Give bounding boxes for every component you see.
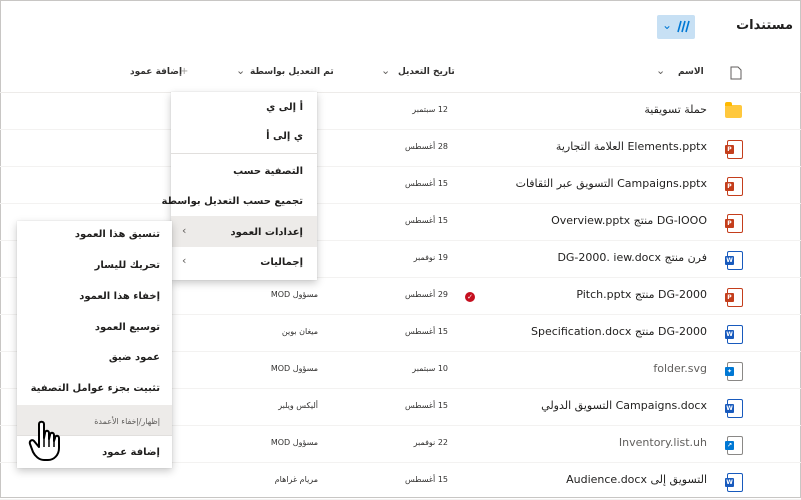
- menu-item-filter-by[interactable]: التصفية حسب: [233, 166, 303, 177]
- file-name-link[interactable]: folder.svg: [653, 362, 707, 375]
- modified-date: 28 أغسطس: [404, 142, 448, 151]
- docx-file-icon: W: [725, 251, 743, 270]
- menu-item-column-settings[interactable]: إعدادات العمود: [231, 227, 304, 238]
- modified-date: 12 سبتمبر: [412, 105, 448, 114]
- add-icon[interactable]: +: [180, 66, 188, 77]
- pptx-file-icon: P: [725, 288, 743, 307]
- table-row[interactable]: P Elements.pptx العلامة التجارية 28 أغسطس: [0, 130, 801, 167]
- file-name-link[interactable]: فرن منتج DG-2000. iew.docx: [557, 251, 707, 264]
- modified-date: 15 أغسطس: [404, 216, 448, 225]
- menu-divider: [171, 153, 317, 154]
- menu-item-sort-z-a[interactable]: ي إلى أ: [266, 131, 303, 142]
- file-name-link[interactable]: Campaigns.docx التسويق الدولي: [541, 399, 707, 412]
- docx-file-icon: W: [725, 473, 743, 492]
- file-type-badge: W: [725, 330, 734, 339]
- menu-item-add-column[interactable]: إضافة عمود: [102, 447, 160, 458]
- page-title: مستندات: [736, 18, 793, 33]
- pptx-file-icon: P: [725, 140, 743, 159]
- chevron-left-icon: ‹: [182, 224, 187, 237]
- file-type-badge: ✦: [725, 367, 734, 376]
- file-type-badge: P: [725, 182, 734, 191]
- modified-date: 15 أغسطس: [404, 475, 448, 484]
- file-type-badge: P: [725, 145, 734, 154]
- add-column-header[interactable]: إضافة عمود: [130, 67, 182, 77]
- chevron-down-icon[interactable]: ⌄: [381, 64, 390, 77]
- table-row[interactable]: W التسويق إلى Audience.docx 15 أغسطس مريام …: [0, 463, 801, 500]
- file-type-badge: ↗: [725, 441, 734, 450]
- file-name-link[interactable]: Elements.pptx العلامة التجارية: [556, 140, 707, 153]
- status-alert-icon: ✓: [465, 292, 475, 302]
- modified-by: مريام غراهام: [274, 475, 318, 484]
- chevron-down-icon[interactable]: ⌄: [656, 64, 665, 77]
- menu-item-show-hide-columns[interactable]: إظهار/إخفاء الأعمدة: [94, 417, 160, 426]
- file-name-link[interactable]: DG-2000 منتج Pitch.pptx: [576, 288, 707, 301]
- menu-item-hide-column[interactable]: إخفاء هذا العمود: [79, 291, 160, 302]
- chevron-left-icon: ‹: [182, 254, 187, 267]
- view-switcher-button[interactable]: ⌄: [657, 15, 695, 39]
- file-name-link[interactable]: Inventory.list.uh: [619, 436, 707, 449]
- pptx-file-icon: P: [725, 177, 743, 196]
- table-row[interactable]: P Campaigns.pptx التسويق عبر الثقافات 15 أ…: [0, 167, 801, 204]
- file-type-badge: W: [725, 404, 734, 413]
- url-file-icon: ↗: [725, 436, 743, 455]
- file-name-link[interactable]: DG-IOOO منتج Overview.pptx: [551, 214, 707, 227]
- modified-date: 22 نوفمبر: [413, 438, 448, 447]
- column-header-modified-by[interactable]: تم التعديل بواسطة: [250, 67, 334, 77]
- modified-date: 29 أغسطس: [404, 290, 448, 299]
- pptx-file-icon: P: [725, 214, 743, 233]
- column-header-menu: أ إلى ي ي إلى أ التصفية حسب تجميع حسب ال…: [162, 92, 317, 280]
- menu-item-format-column[interactable]: تنسيق هذا العمود: [75, 229, 160, 240]
- folder-icon: [725, 102, 742, 118]
- modified-by: مسؤول MOD: [270, 364, 318, 373]
- file-type-badge: P: [725, 293, 734, 302]
- chevron-down-icon[interactable]: ⌄: [236, 64, 245, 77]
- docx-file-icon: W: [725, 399, 743, 418]
- modified-date: 15 أغسطس: [404, 401, 448, 410]
- column-header-modified[interactable]: تاريخ التعديل: [398, 67, 455, 77]
- menu-item-move-left[interactable]: تحريك لليسار: [95, 260, 160, 271]
- modified-date: 15 أغسطس: [404, 179, 448, 188]
- menu-item-narrow-column[interactable]: عمود ضيق: [109, 352, 160, 363]
- file-type-badge: P: [725, 219, 734, 228]
- file-type-badge: W: [725, 256, 734, 265]
- menu-item-pin-filters[interactable]: تثبيت بجزء عوامل التصفية: [31, 383, 160, 394]
- docx-file-icon: W: [725, 325, 743, 344]
- file-name-link[interactable]: DG-2000 منتج Specification.docx: [531, 325, 707, 338]
- modified-by: مسؤول MOD: [270, 438, 318, 447]
- file-name-link[interactable]: Campaigns.pptx التسويق عبر الثقافات: [516, 177, 707, 190]
- menu-item-widen-column[interactable]: توسيع العمود: [95, 322, 160, 333]
- modified-date: 19 نوفمبر: [413, 253, 448, 262]
- chevron-down-icon: ⌄: [662, 18, 673, 32]
- modified-by: أليكس ويلبر: [278, 401, 318, 410]
- modified-by: ميغان بوين: [281, 327, 318, 336]
- view-options-icon: [677, 20, 690, 33]
- hand-cursor-icon: [28, 420, 60, 461]
- modified-date: 10 سبتمبر: [412, 364, 448, 373]
- menu-item-sort-a-z[interactable]: أ إلى ي: [266, 102, 303, 113]
- menu-item-totals[interactable]: إجماليات: [260, 257, 303, 268]
- file-name-link[interactable]: التسويق إلى Audience.docx: [566, 473, 707, 486]
- modified-by: مسؤول MOD: [270, 290, 318, 299]
- table-row[interactable]: حملة تسويقية 12 سبتمبر: [0, 93, 801, 130]
- file-name-link[interactable]: حملة تسويقية: [644, 103, 707, 116]
- menu-item-group-by[interactable]: تجميع حسب التعديل بواسطة: [162, 196, 303, 207]
- svg-file-icon: ✦: [725, 362, 743, 381]
- modified-date: 15 أغسطس: [404, 327, 448, 336]
- file-type-header-icon[interactable]: [730, 66, 742, 80]
- file-type-badge: W: [725, 478, 734, 487]
- column-header-name[interactable]: الاسم: [678, 67, 704, 77]
